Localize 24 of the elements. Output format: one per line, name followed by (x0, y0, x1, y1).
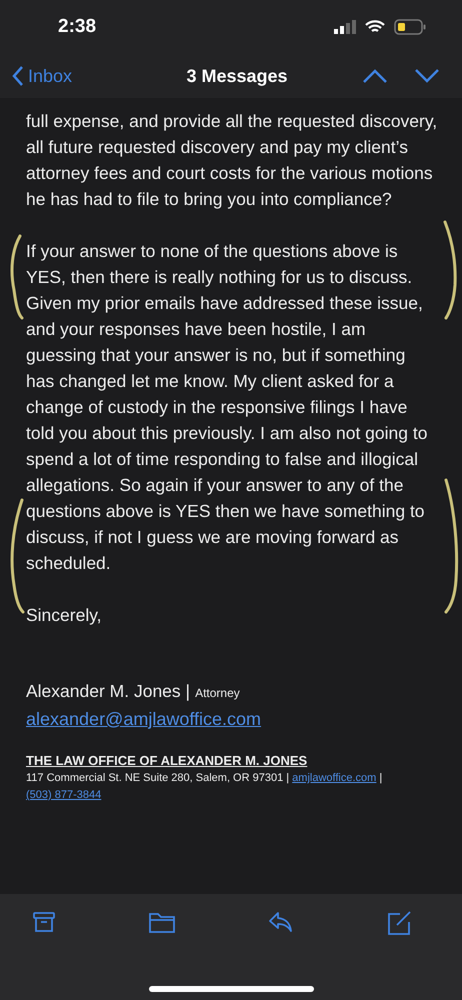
folder-icon[interactable] (148, 910, 176, 934)
reply-icon[interactable] (268, 910, 294, 934)
website-link[interactable]: amjlawoffice.com (292, 772, 376, 784)
wifi-icon (365, 20, 385, 34)
battery-icon (394, 19, 426, 35)
archive-icon[interactable] (32, 910, 56, 934)
nav-title: 3 Messages (186, 66, 288, 86)
down-arrow-icon[interactable] (414, 68, 440, 84)
status-time: 2:38 (58, 16, 96, 38)
message-paragraph: Sincerely, (26, 604, 103, 627)
phone-link[interactable]: (503) 877-3844 (26, 789, 102, 801)
separator: | (379, 772, 382, 784)
office-address: 117 Commercial St. NE Suite 280, Salem, OR 97301 | (26, 772, 290, 784)
sender-name: Alexander M. Jones | (26, 680, 190, 703)
back-button[interactable]: Inbox (12, 65, 72, 87)
email-link[interactable]: alexander@amjlawoffice.com (26, 706, 262, 732)
compose-icon[interactable] (386, 910, 412, 936)
sender-title: Attorney (195, 685, 240, 702)
message-paragraph: full expense, and provide all the requested discovery, all future requested discovery and pay my client’s attorney fees and court costs for the various motions he has had to file to bring you into compliance? (26, 110, 438, 211)
up-arrow-icon[interactable] (362, 68, 388, 84)
message-paragraph: If your answer to none of the questions above is YES, then there is really nothing for us to discuss. Given my prior emails have addressed these issue, and your responses have been hostile, I am guessing that your answer is no, but if something has changed let me know. My client asked for a change of custody in the responsive filings I have told you about this previously. I am also not going to spend a lot of time responding to false and illogical allegations. So again if your answer to any of the questions above is YES then we have something to discuss, if not I guess we are moving forward as scheduled. (26, 240, 428, 575)
back-chevron-icon (12, 65, 24, 87)
office-name: THE LAW OFFICE OF ALEXANDER M. JONES (26, 752, 308, 770)
signal-icon (334, 20, 356, 34)
